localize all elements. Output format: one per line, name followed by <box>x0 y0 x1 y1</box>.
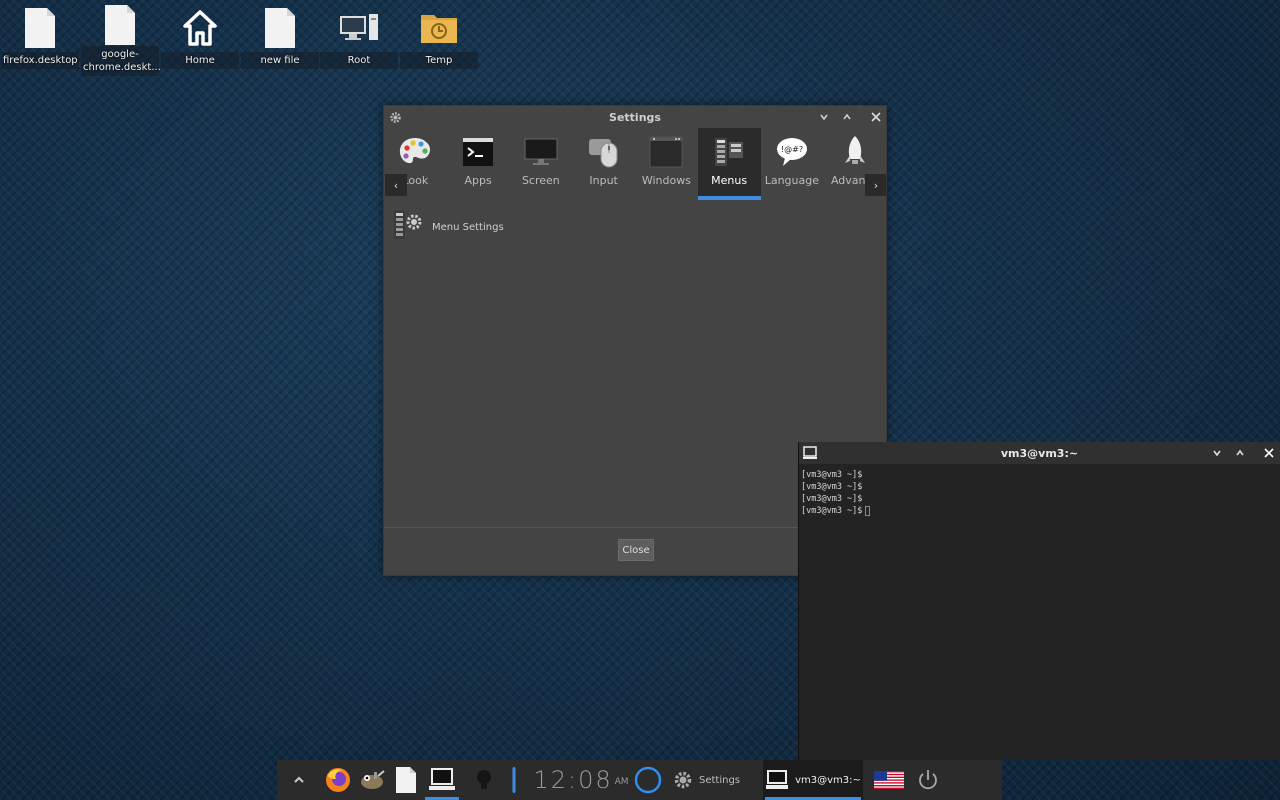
palette-icon <box>397 134 433 170</box>
speech-bubble-icon: !@#? <box>774 134 810 170</box>
menu-settings-item[interactable]: Menu Settings <box>392 209 504 245</box>
desktop-icon-root[interactable]: Root <box>320 4 398 74</box>
file-icon <box>1 4 79 52</box>
task-label: Settings <box>699 774 741 786</box>
desktop-icon-label: new file <box>241 52 319 69</box>
us-flag-icon <box>874 771 904 789</box>
maximize-icon[interactable] <box>1232 445 1248 461</box>
chevron-up-icon <box>294 776 304 783</box>
desktop-icon-label: Root <box>320 52 398 69</box>
keyboard-layout-indicator[interactable] <box>869 760 909 800</box>
firefox-icon <box>326 768 350 792</box>
tab-screen[interactable]: Screen <box>510 128 573 200</box>
close-icon[interactable] <box>868 109 884 125</box>
file-icon <box>241 4 319 52</box>
clock-time: 12:08 <box>533 766 613 794</box>
text-cursor <box>865 505 871 516</box>
gimp-launcher[interactable] <box>355 760 389 800</box>
lightbulb-icon <box>477 770 491 789</box>
monitor-icon <box>523 134 559 170</box>
tab-apps[interactable]: Apps <box>447 128 510 200</box>
window-icon <box>648 134 684 170</box>
settings-titlebar[interactable]: Settings <box>384 106 886 128</box>
menu-settings-icon <box>392 209 424 245</box>
tab-menus[interactable]: Menus <box>697 128 761 200</box>
close-button[interactable]: Close <box>618 539 654 561</box>
power-icon <box>919 770 937 790</box>
desktop-icon-label: google-chrome.deskt... <box>81 46 161 76</box>
tabs-scroll-right-button[interactable]: › <box>865 174 886 196</box>
file-manager-launcher[interactable] <box>389 760 423 800</box>
minimize-icon[interactable] <box>816 109 832 125</box>
clock-ampm: AM <box>614 777 629 787</box>
desktop-icon-label: Home <box>161 52 239 69</box>
folder-clock-icon <box>400 4 478 52</box>
desktop-icon-label: Temp <box>400 52 478 69</box>
maximize-icon[interactable] <box>839 109 855 125</box>
terminal-output[interactable]: [vm3@vm3 ~]$ [vm3@vm3 ~]$ [vm3@vm3 ~]$ [… <box>799 464 1280 522</box>
desktop-icon-firefox-desktop[interactable]: firefox.desktop <box>1 4 79 74</box>
terminal-line: [vm3@vm3 ~]$ <box>801 494 863 504</box>
task-settings[interactable]: Settings <box>665 760 763 800</box>
terminal-icon <box>429 768 455 790</box>
power-button[interactable] <box>909 760 947 800</box>
file-icon <box>81 4 159 46</box>
terminal-titlebar[interactable]: vm3@vm3:~ <box>799 442 1280 464</box>
terminal-icon <box>766 770 789 789</box>
tab-language[interactable]: !@#? Language <box>761 128 824 200</box>
terminal-line: [vm3@vm3 ~]$ <box>801 470 863 480</box>
tab-windows[interactable]: Windows <box>635 128 698 200</box>
desktop-icon-new-file[interactable]: new file <box>241 4 319 74</box>
svg-text:!@#?: !@#? <box>781 145 803 154</box>
lightbulb-tray[interactable] <box>467 760 501 800</box>
chevron-right-icon: › <box>873 178 879 192</box>
taskbar: 12:08 AM Settings vm3@vm3:~ <box>277 760 1002 800</box>
rocket-icon <box>837 134 873 170</box>
minimize-icon[interactable] <box>1209 445 1225 461</box>
circle-ring-icon <box>634 766 662 794</box>
window-title: vm3@vm3:~ <box>1000 446 1079 460</box>
desktop-icon-label: firefox.desktop <box>1 52 79 69</box>
volume-slider[interactable] <box>501 760 527 800</box>
desktop-icon-home[interactable]: Home <box>161 4 239 74</box>
tab-input[interactable]: Input <box>572 128 635 200</box>
menu-icon <box>711 134 747 170</box>
volume-bar-icon <box>512 767 516 793</box>
gimp-icon <box>361 770 385 789</box>
clock[interactable]: 12:08 AM <box>531 760 631 800</box>
computer-icon <box>320 4 398 52</box>
file-icon <box>396 767 416 793</box>
close-icon[interactable] <box>1261 445 1277 461</box>
window-title: Settings <box>609 110 661 124</box>
chevron-left-icon: ‹ <box>393 178 399 192</box>
menu-settings-label: Menu Settings <box>432 221 504 233</box>
mouse-icon <box>586 134 622 170</box>
terminal-icon <box>460 134 496 170</box>
firefox-launcher[interactable] <box>321 760 355 800</box>
tabs-scroll-left-button[interactable]: ‹ <box>385 174 407 196</box>
task-label: vm3@vm3:~ <box>795 774 861 786</box>
terminal-launcher[interactable] <box>423 760 461 800</box>
gear-icon <box>674 771 692 789</box>
terminal-window: vm3@vm3:~ [vm3@vm3 ~]$ [vm3@vm3 ~]$ [vm3… <box>798 442 1280 760</box>
home-icon <box>161 4 239 52</box>
desktop-icon-google-chrome-desktop[interactable]: google-chrome.deskt... <box>81 4 161 76</box>
task-terminal[interactable]: vm3@vm3:~ <box>763 760 863 800</box>
terminal-prompt-line: [vm3@vm3 ~]$ <box>801 505 1278 517</box>
activity-ring[interactable] <box>631 760 665 800</box>
terminal-line: [vm3@vm3 ~]$ <box>801 482 863 492</box>
desktop-icon-temp[interactable]: Temp <box>400 4 478 74</box>
show-tray-button[interactable] <box>277 760 321 800</box>
